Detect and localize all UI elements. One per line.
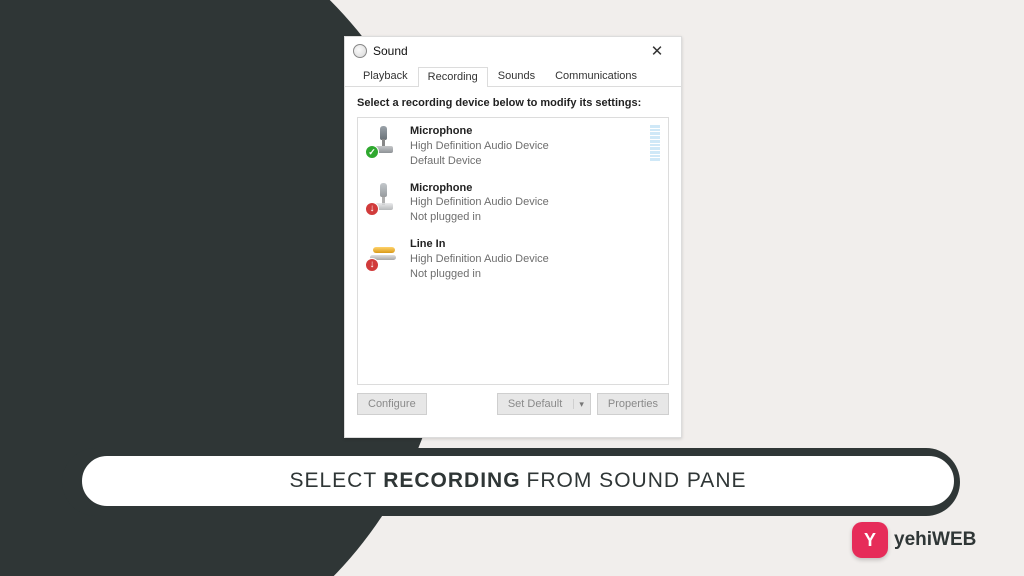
device-status: Not plugged in	[410, 210, 660, 225]
logo-mark: Y	[852, 522, 888, 558]
titlebar: Sound ✕	[345, 37, 681, 65]
device-driver: High Definition Audio Device	[410, 139, 640, 154]
sound-icon	[353, 44, 367, 58]
close-icon: ✕	[651, 42, 664, 60]
device-name: Line In	[410, 237, 660, 252]
configure-button[interactable]: Configure	[357, 393, 427, 415]
device-driver: High Definition Audio Device	[410, 252, 660, 267]
sound-window: Sound ✕ Playback Recording Sounds Commun…	[344, 36, 682, 438]
set-default-button[interactable]: Set Default ▾	[497, 393, 591, 415]
device-text: Microphone High Definition Audio Device …	[410, 124, 640, 169]
device-text: Microphone High Definition Audio Device …	[410, 181, 660, 226]
set-default-label: Set Default	[508, 398, 562, 410]
device-status: Not plugged in	[410, 267, 660, 282]
device-list: Microphone High Definition Audio Device …	[357, 117, 669, 385]
caption-suffix: FROM SOUND PANE	[527, 469, 747, 493]
tab-content: Select a recording device below to modif…	[345, 87, 681, 423]
button-row: Configure Set Default ▾ Properties	[357, 393, 669, 415]
close-button[interactable]: ✕	[639, 37, 675, 65]
device-name: Microphone	[410, 181, 660, 196]
list-item[interactable]: Microphone High Definition Audio Device …	[358, 175, 668, 232]
level-meter-icon	[650, 125, 660, 161]
list-item[interactable]: Line In High Definition Audio Device Not…	[358, 231, 668, 288]
properties-button[interactable]: Properties	[597, 393, 669, 415]
tab-communications[interactable]: Communications	[545, 66, 647, 86]
check-badge-icon	[365, 145, 379, 159]
tab-playback[interactable]: Playback	[353, 66, 418, 86]
tabstrip: Playback Recording Sounds Communications	[345, 65, 681, 87]
unplugged-badge-icon	[365, 202, 379, 216]
unplugged-badge-icon	[365, 258, 379, 272]
device-driver: High Definition Audio Device	[410, 195, 660, 210]
brand-logo: Y yehiWEB	[852, 522, 976, 558]
microphone-icon	[366, 181, 400, 215]
window-title: Sound	[373, 44, 408, 58]
list-item[interactable]: Microphone High Definition Audio Device …	[358, 118, 668, 175]
linein-icon	[366, 237, 400, 271]
caption-prefix: SELECT	[289, 469, 377, 493]
tab-sounds[interactable]: Sounds	[488, 66, 545, 86]
logo-wordmark: yehiWEB	[894, 529, 976, 551]
device-status: Default Device	[410, 154, 640, 169]
tab-recording[interactable]: Recording	[418, 67, 488, 87]
chevron-down-icon: ▾	[573, 399, 584, 409]
caption-bold: RECORDING	[383, 469, 520, 493]
microphone-icon	[366, 124, 400, 158]
instruction-text: Select a recording device below to modif…	[357, 97, 669, 109]
device-text: Line In High Definition Audio Device Not…	[410, 237, 660, 282]
caption: SELECT RECORDING FROM SOUND PANE	[62, 448, 960, 516]
caption-text: SELECT RECORDING FROM SOUND PANE	[80, 454, 956, 508]
device-name: Microphone	[410, 124, 640, 139]
